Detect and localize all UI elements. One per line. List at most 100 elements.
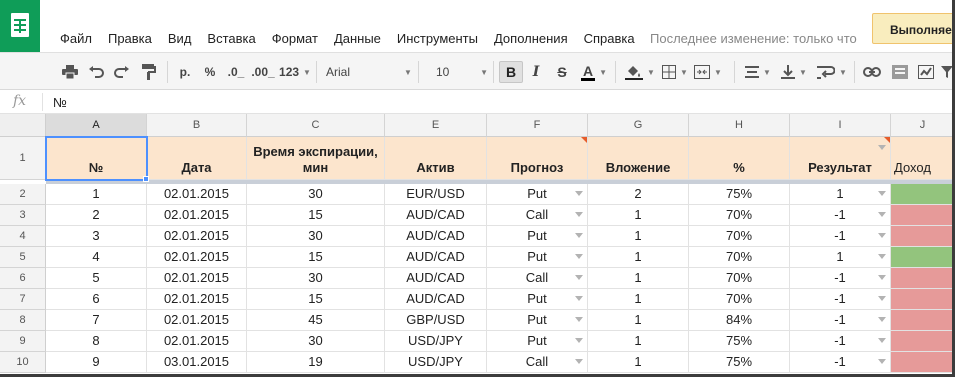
select-all-corner[interactable] xyxy=(0,114,46,137)
table-cell-b[interactable]: 02.01.2015 xyxy=(147,184,247,205)
table-cell-f[interactable]: Call xyxy=(487,268,588,289)
menu-format[interactable]: Формат xyxy=(272,31,318,46)
table-cell-e[interactable]: USD/JPY xyxy=(385,331,487,352)
chevron-down-icon[interactable] xyxy=(575,275,583,280)
table-cell-c[interactable]: 30 xyxy=(247,268,385,289)
table-cell-f[interactable]: Call xyxy=(487,352,588,373)
table-cell-g[interactable]: 1 xyxy=(588,247,689,268)
table-cell-b[interactable]: 02.01.2015 xyxy=(147,205,247,226)
row-header[interactable]: 4 xyxy=(0,226,46,247)
table-cell-g[interactable]: 2 xyxy=(588,184,689,205)
borders-icon[interactable]: ▼ xyxy=(661,61,689,83)
table-cell-c[interactable]: 30 xyxy=(247,331,385,352)
table-cell-c[interactable]: 45 xyxy=(247,310,385,331)
table-cell-c[interactable]: 19 xyxy=(247,352,385,373)
table-cell-a[interactable]: 7 xyxy=(46,310,147,331)
income-cell[interactable] xyxy=(891,226,955,247)
table-cell-h[interactable]: 70% xyxy=(689,289,790,310)
header-cell-a[interactable]: № xyxy=(46,137,147,180)
chevron-down-icon[interactable] xyxy=(878,359,886,364)
table-cell-a[interactable]: 9 xyxy=(46,352,147,373)
header-cell-i[interactable]: Результат xyxy=(790,137,891,180)
menu-data[interactable]: Данные xyxy=(334,31,381,46)
chevron-down-icon[interactable] xyxy=(878,317,886,322)
table-cell-f[interactable]: Put xyxy=(487,331,588,352)
row-header[interactable]: 10 xyxy=(0,352,46,373)
chevron-down-icon[interactable] xyxy=(878,233,886,238)
chevron-down-icon[interactable] xyxy=(575,212,583,217)
sheets-logo-icon[interactable] xyxy=(0,0,40,52)
row-header[interactable]: 9 xyxy=(0,331,46,352)
column-header-c[interactable]: C xyxy=(247,114,385,137)
column-header-a[interactable]: A xyxy=(46,114,147,137)
table-cell-c[interactable]: 30 xyxy=(247,184,385,205)
column-header-j[interactable]: J xyxy=(891,114,955,137)
chevron-down-icon[interactable] xyxy=(878,296,886,301)
percent-format-button[interactable]: % xyxy=(201,61,219,83)
chevron-down-icon[interactable] xyxy=(575,296,583,301)
table-cell-h[interactable]: 84% xyxy=(689,310,790,331)
text-color-button[interactable]: A ▼ xyxy=(576,61,612,83)
income-cell[interactable] xyxy=(891,205,955,226)
column-header-h[interactable]: H xyxy=(689,114,790,137)
table-cell-e[interactable]: AUD/CAD xyxy=(385,289,487,310)
table-cell-g[interactable]: 1 xyxy=(588,352,689,373)
row-header[interactable]: 3 xyxy=(0,205,46,226)
chevron-down-icon[interactable] xyxy=(575,338,583,343)
text-wrap-icon[interactable]: ▼ xyxy=(815,61,849,83)
table-cell-c[interactable]: 15 xyxy=(247,205,385,226)
last-edit-status[interactable]: Последнее изменение: только что xyxy=(650,31,857,46)
table-cell-c[interactable]: 30 xyxy=(247,226,385,247)
column-header-b[interactable]: B xyxy=(147,114,247,137)
table-cell-i[interactable]: -1 xyxy=(790,310,891,331)
row-header[interactable]: 1 xyxy=(0,137,46,180)
table-cell-b[interactable]: 02.01.2015 xyxy=(147,310,247,331)
table-cell-i[interactable]: -1 xyxy=(790,331,891,352)
header-cell-g[interactable]: Вложение xyxy=(588,137,689,180)
table-cell-h[interactable]: 70% xyxy=(689,268,790,289)
table-cell-e[interactable]: AUD/CAD xyxy=(385,247,487,268)
increase-decimals-button[interactable]: .00_ xyxy=(251,61,275,83)
chevron-down-icon[interactable] xyxy=(878,275,886,280)
table-cell-b[interactable]: 03.01.2015 xyxy=(147,352,247,373)
print-icon[interactable] xyxy=(60,61,80,83)
formula-input[interactable]: № xyxy=(53,95,67,110)
table-cell-a[interactable]: 4 xyxy=(46,247,147,268)
currency-format-button[interactable]: р. xyxy=(176,61,194,83)
table-cell-a[interactable]: 2 xyxy=(46,205,147,226)
table-cell-b[interactable]: 02.01.2015 xyxy=(147,268,247,289)
chevron-down-icon[interactable] xyxy=(575,191,583,196)
table-cell-e[interactable]: AUD/CAD xyxy=(385,226,487,247)
number-format-dropdown[interactable]: 123 ▼ xyxy=(277,61,313,83)
undo-icon[interactable] xyxy=(86,61,106,83)
menu-edit[interactable]: Правка xyxy=(108,31,152,46)
table-cell-h[interactable]: 75% xyxy=(689,331,790,352)
column-header-f[interactable]: F xyxy=(487,114,588,137)
menu-insert[interactable]: Вставка xyxy=(207,31,255,46)
table-cell-e[interactable]: AUD/CAD xyxy=(385,268,487,289)
menu-tools[interactable]: Инструменты xyxy=(397,31,478,46)
decrease-decimals-button[interactable]: .0_ xyxy=(225,61,247,83)
income-cell[interactable] xyxy=(891,289,955,310)
table-cell-g[interactable]: 1 xyxy=(588,205,689,226)
table-cell-c[interactable]: 15 xyxy=(247,289,385,310)
chevron-down-icon[interactable] xyxy=(878,338,886,343)
menu-view[interactable]: Вид xyxy=(168,31,192,46)
row-header[interactable]: 8 xyxy=(0,310,46,331)
table-cell-i[interactable]: -1 xyxy=(790,268,891,289)
strikethrough-button[interactable]: S xyxy=(553,61,571,83)
chevron-down-icon[interactable] xyxy=(575,359,583,364)
insert-chart-icon[interactable] xyxy=(915,61,937,83)
chevron-down-icon[interactable] xyxy=(878,145,886,150)
table-cell-e[interactable]: AUD/CAD xyxy=(385,205,487,226)
table-cell-f[interactable]: Put xyxy=(487,184,588,205)
table-cell-f[interactable]: Put xyxy=(487,310,588,331)
row-header[interactable]: 6 xyxy=(0,268,46,289)
header-cell-c[interactable]: Время экспирации, мин xyxy=(247,137,385,180)
table-cell-i[interactable]: 1 xyxy=(790,247,891,268)
fill-handle[interactable] xyxy=(143,176,149,182)
table-cell-a[interactable]: 3 xyxy=(46,226,147,247)
row-header[interactable]: 7 xyxy=(0,289,46,310)
column-header-e[interactable]: E xyxy=(385,114,487,137)
table-cell-a[interactable]: 1 xyxy=(46,184,147,205)
